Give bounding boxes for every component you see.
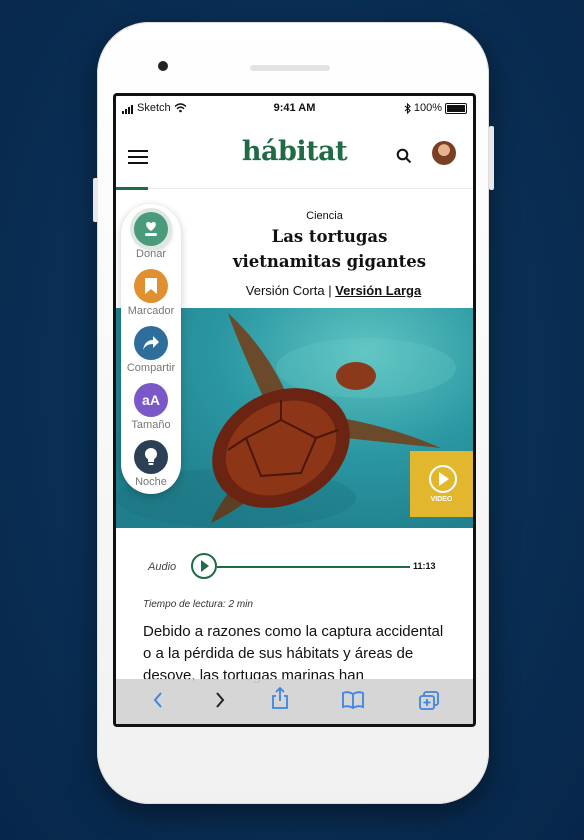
audio-label: Audio	[148, 561, 177, 573]
app-logo[interactable]: hábitat	[116, 136, 473, 167]
title-line-1: Las tortugas	[271, 227, 388, 246]
status-bar: Sketch 9:41 AM 100%	[116, 96, 473, 120]
donate-heart-hand-icon	[134, 212, 168, 246]
share-arrow-icon	[134, 326, 168, 360]
version-switcher: Versión Corta | Versión Larga	[194, 283, 473, 298]
sidebar-label-compartir: Compartir	[126, 362, 176, 374]
font-size-icon: aA	[134, 383, 168, 417]
sidebar-item-tamano[interactable]: aA Tamaño	[121, 383, 181, 431]
sidebar-label-noche: Noche	[135, 476, 167, 488]
screen: Sketch 9:41 AM 100% hábitat Ciencia Las …	[113, 93, 476, 727]
battery-icon	[445, 102, 467, 114]
play-circle-icon	[429, 465, 457, 493]
tabs-icon[interactable]	[418, 691, 440, 711]
bookmarks-icon[interactable]	[341, 691, 365, 709]
sidebar-item-donar[interactable]: Donar	[121, 212, 181, 260]
audio-player: Audio 11:13	[116, 546, 473, 586]
app-header: hábitat	[116, 120, 473, 188]
version-short-link[interactable]: Versión Corta	[246, 283, 325, 298]
version-separator: |	[328, 283, 332, 298]
title-line-2: vietnamitas gigantes	[232, 252, 427, 271]
video-label: VIDEO	[430, 496, 453, 503]
forward-icon[interactable]	[214, 691, 226, 709]
reading-time: Tiempo de lectura: 2 min	[143, 599, 253, 610]
bookmark-icon	[134, 269, 168, 303]
header-active-indicator	[116, 187, 148, 190]
user-avatar[interactable]	[432, 141, 456, 165]
video-button[interactable]: VIDEO	[410, 451, 473, 517]
power-button	[489, 126, 494, 190]
audio-progress-track[interactable]	[217, 566, 410, 568]
sidebar-label-donar: Donar	[136, 248, 166, 260]
audio-play-icon[interactable]	[191, 553, 217, 579]
night-lightbulb-icon	[134, 440, 168, 474]
version-long-link[interactable]: Versión Larga	[335, 283, 421, 298]
audio-duration: 11:13	[413, 561, 436, 571]
bluetooth-icon	[404, 102, 411, 114]
battery-percent: 100%	[413, 102, 442, 114]
share-icon[interactable]	[271, 687, 289, 709]
sidebar-item-marcador[interactable]: Marcador	[121, 269, 181, 317]
sidebar-label-tamano: Tamaño	[131, 419, 171, 431]
browser-toolbar	[116, 679, 473, 724]
sidebar-item-compartir[interactable]: Compartir	[121, 326, 181, 374]
sidebar-item-noche[interactable]: Noche	[121, 440, 181, 488]
article-category[interactable]: Ciencia	[176, 210, 473, 222]
volume-button	[93, 178, 98, 222]
back-icon[interactable]	[152, 691, 164, 709]
header-divider	[116, 188, 473, 189]
search-icon[interactable]	[396, 148, 412, 164]
front-camera	[158, 61, 168, 71]
sidebar-label-marcador: Marcador	[127, 305, 175, 317]
article-title: Las tortugas vietnamitas gigantes	[186, 224, 473, 274]
article-body: Debido a razones como la captura acciden…	[143, 623, 444, 684]
action-sidebar: Donar Marcador Compartir aA Tamaño Noche	[121, 204, 181, 494]
earpiece-speaker	[250, 65, 330, 71]
